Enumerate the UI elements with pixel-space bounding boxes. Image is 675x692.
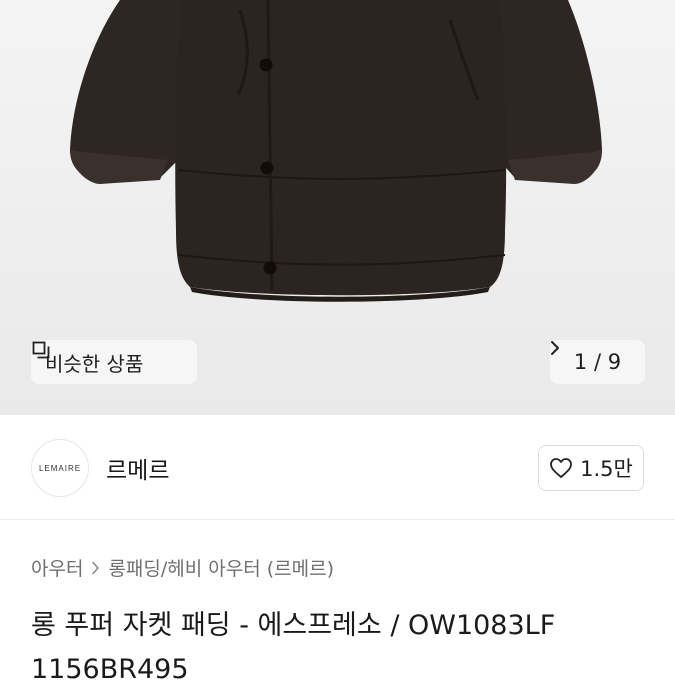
heart-outline-icon [550,458,573,478]
like-count: 1.5만 [580,457,633,481]
stacked-squares-icon [32,341,50,359]
pager-separator: / [593,350,602,374]
product-image-gallery[interactable]: 비슷한 상품 1 / 9 [0,0,675,415]
shop-name[interactable]: 르메르 [106,451,169,485]
pager-current: 1 [573,350,588,374]
similar-products-label: 비슷한 상품 [45,351,144,376]
breadcrumb-item-category[interactable]: 롱패딩/헤비 아우터 (르메르) [108,554,334,581]
product-title: 롱 푸퍼 자켓 패딩 - 에스프레소 / OW1083LF 1156BR495 [31,610,556,685]
chevron-right-icon [92,561,100,574]
breadcrumb-item-outer[interactable]: 아우터 [31,554,83,581]
similar-products-button[interactable]: 비슷한 상품 [31,340,197,384]
shop-info-row[interactable]: LEMAIRE 르메르 1.5만 [0,415,675,519]
shop-logo[interactable]: LEMAIRE [31,439,89,497]
breadcrumb: 아우터 롱패딩/헤비 아우터 (르메르) [31,554,334,581]
like-button[interactable]: 1.5만 [538,445,644,491]
pager-text: 1 / 9 [574,350,621,374]
shop-logo-text: LEMAIRE [38,463,82,473]
chevron-right-icon[interactable] [550,340,560,356]
pager-total: 9 [607,350,622,374]
image-pager[interactable]: 1 / 9 [550,340,645,384]
section-divider [0,519,675,520]
